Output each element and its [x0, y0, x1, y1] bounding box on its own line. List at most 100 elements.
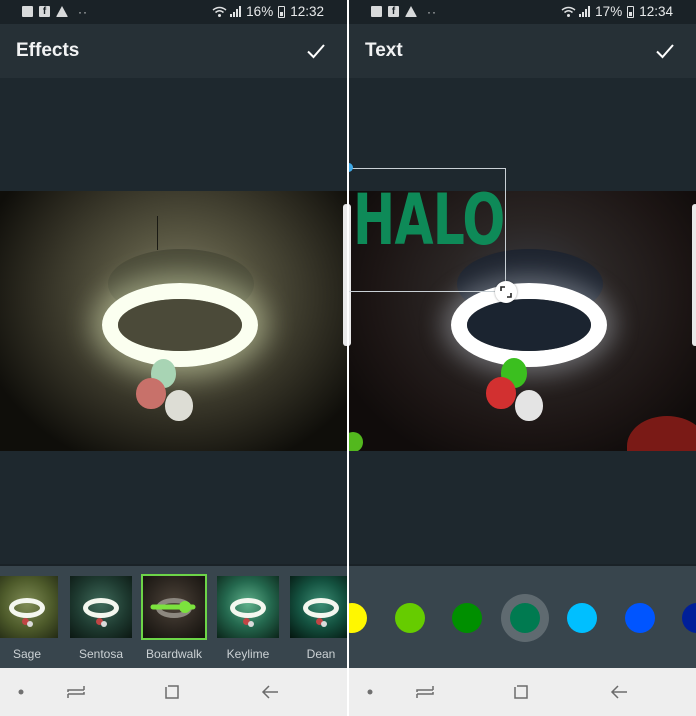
more-dots-icon: ··: [427, 4, 437, 19]
thumb-balloon: [27, 621, 33, 627]
checkmark-icon: [656, 44, 674, 59]
confirm-button[interactable]: [652, 38, 678, 64]
back-button[interactable]: [256, 678, 284, 706]
facebook-icon: f: [388, 6, 399, 17]
resize-icon: [500, 286, 512, 298]
recents-icon: [416, 686, 434, 698]
dot-icon: [367, 689, 373, 695]
thumb-lamp: [83, 598, 119, 618]
balloon-bg-green: [349, 432, 363, 451]
filter-boardwalk[interactable]: Boardwalk: [141, 574, 207, 661]
gallery-icon: [22, 6, 33, 17]
recents-button[interactable]: [411, 678, 439, 706]
battery-icon: [627, 5, 635, 18]
filter-sentosa[interactable]: Sentosa: [70, 576, 132, 661]
balloon-red: [486, 377, 516, 409]
filter-thumbnail: [0, 576, 58, 638]
navigation-bar: [349, 668, 696, 716]
dot-icon: [18, 689, 24, 695]
warning-icon: [56, 6, 68, 17]
filter-label: Sentosa: [78, 647, 124, 661]
thumb-lamp: [9, 598, 45, 618]
thumb-lamp: [303, 598, 339, 618]
filter-thumbnail: [141, 574, 207, 640]
signal-icon: [579, 6, 591, 17]
clock: 12:34: [639, 4, 673, 19]
thumb-balloon: [101, 621, 107, 627]
status-bar: f ·· 16% 12:32: [0, 0, 347, 24]
app-bar: Effects: [0, 24, 347, 78]
filter-label: Sage: [12, 647, 42, 661]
clock: 12:32: [290, 4, 324, 19]
system-status: 16% 12:32: [212, 4, 324, 19]
color-swatch[interactable]: [624, 603, 655, 633]
effects-screen: f ·· 16% 12:32 Effects Sage Sentosa Boar…: [0, 0, 347, 716]
battery-percent: 16%: [246, 4, 274, 19]
color-swatch[interactable]: [682, 603, 696, 633]
filter-tray: Sage Sentosa Boardwalk Keylime Dean: [0, 564, 347, 668]
battery-percent: 17%: [595, 4, 623, 19]
photo-canvas: HALO: [349, 78, 696, 564]
filter-label: Dean: [306, 647, 336, 661]
thumb-lamp: [230, 598, 266, 618]
home-button[interactable]: [507, 678, 535, 706]
text-screen: f ·· 17% 12:34 Text HALO: [349, 0, 696, 716]
back-icon: [261, 685, 278, 699]
photo-canvas: [0, 78, 347, 564]
dot-button[interactable]: [356, 678, 384, 706]
signal-icon: [230, 6, 242, 17]
filter-dean[interactable]: Dean: [290, 576, 347, 661]
color-swatch[interactable]: [509, 603, 540, 633]
dot-button[interactable]: [7, 678, 35, 706]
color-palette: [349, 564, 696, 668]
lamp-wire: [157, 216, 158, 250]
page-title: Text: [365, 40, 403, 61]
back-icon: [610, 685, 627, 699]
filter-keylime[interactable]: Keylime: [217, 576, 279, 661]
page-title: Effects: [16, 40, 80, 61]
resize-handle[interactable]: [495, 281, 517, 303]
photo-preview: [0, 191, 347, 451]
filter-label: Keylime: [226, 647, 270, 661]
notification-icons: f ··: [22, 4, 88, 19]
app-bar: Text: [349, 24, 696, 78]
checkmark-icon: [307, 44, 325, 59]
wifi-icon: [561, 6, 576, 18]
scroll-handle[interactable]: [692, 204, 696, 346]
back-button[interactable]: [605, 678, 633, 706]
color-swatch[interactable]: [349, 603, 367, 633]
home-icon: [165, 685, 179, 699]
chair-red: [627, 416, 696, 451]
text-overlay[interactable]: HALO: [353, 185, 505, 255]
filter-thumbnail: [217, 576, 279, 638]
thumb-balloon: [248, 621, 254, 627]
balloon-white: [515, 390, 543, 421]
warning-icon: [405, 6, 417, 17]
battery-icon: [278, 5, 286, 18]
balloon-white: [165, 390, 193, 421]
status-bar: f ·· 17% 12:34: [349, 0, 696, 24]
home-icon: [514, 685, 528, 699]
home-button[interactable]: [158, 678, 186, 706]
filter-thumbnail: [290, 576, 347, 638]
lamp-inner: [467, 299, 591, 351]
adjust-slider-icon: [150, 601, 196, 613]
color-swatch[interactable]: [567, 603, 597, 633]
confirm-button[interactable]: [303, 38, 329, 64]
wifi-icon: [212, 6, 227, 18]
notification-icons: f ··: [371, 4, 437, 19]
balloon-red: [136, 378, 166, 409]
system-status: 17% 12:34: [561, 4, 673, 19]
recents-button[interactable]: [62, 678, 90, 706]
color-swatch[interactable]: [394, 603, 425, 633]
filter-thumbnail: [70, 576, 132, 638]
filter-sage[interactable]: Sage: [0, 576, 58, 661]
color-swatch[interactable]: [452, 603, 482, 633]
filter-label: Boardwalk: [145, 647, 203, 661]
more-dots-icon: ··: [78, 4, 88, 19]
thumb-balloon: [321, 621, 327, 627]
recents-icon: [67, 686, 85, 698]
navigation-bar: [0, 668, 347, 716]
gallery-icon: [371, 6, 382, 17]
lamp-inner: [118, 299, 242, 351]
